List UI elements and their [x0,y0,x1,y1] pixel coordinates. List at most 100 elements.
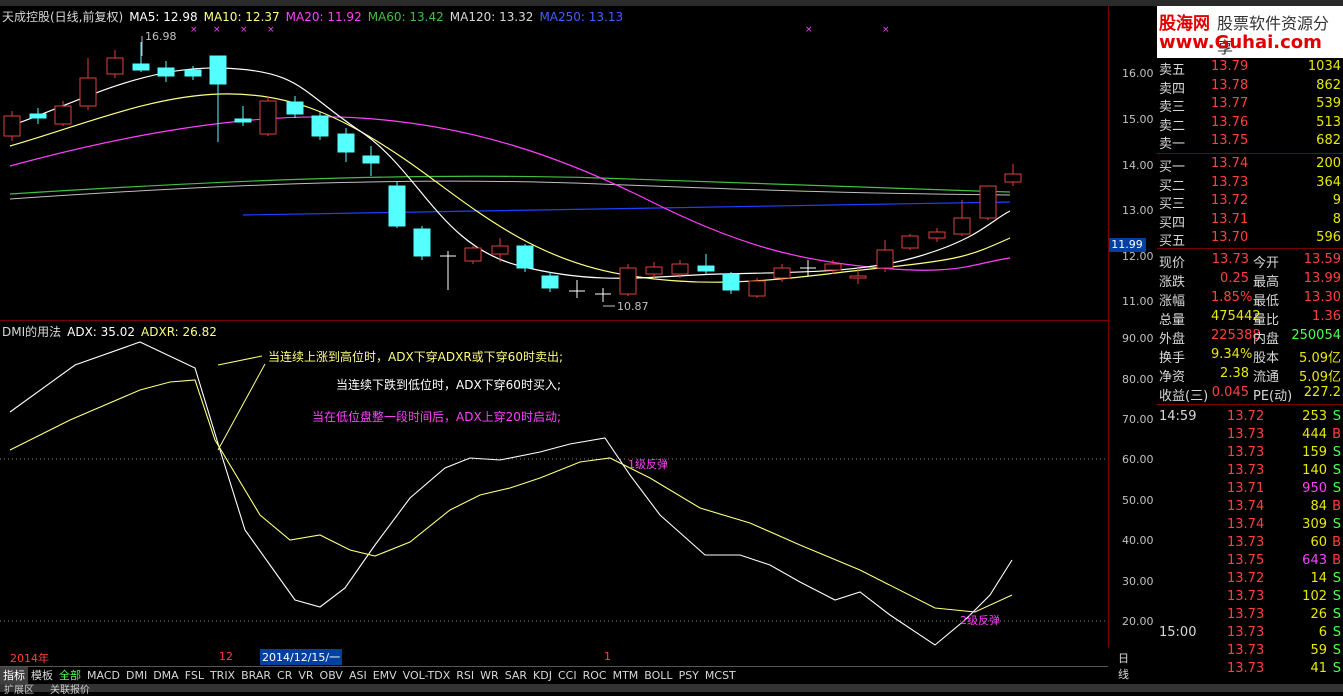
tick-bs: S [1332,661,1341,676]
indicator-tab[interactable]: VOL-TDX [400,667,454,685]
indicator-tab[interactable]: FSL [182,667,207,685]
chart-title: 天成控股(日线,前复权) [2,10,124,24]
tick-pr: 13.73 [1227,463,1265,478]
expand-area-tab[interactable]: 扩展区 [4,681,34,696]
price-axis-tick: 16.00 [1122,67,1154,80]
bid-row: 买五 13.70 596 [1157,230,1343,249]
tick-vol: 950 [1302,481,1327,496]
ask-c2: 13.75 [1211,133,1249,148]
annotation-arrow-2 [217,363,266,451]
candle [569,280,585,298]
candle [311,112,329,140]
stat-cell: 股本 [1253,351,1280,366]
stat-cell: 净资 [1159,370,1186,385]
indicator-tab[interactable]: TRIX [207,667,238,685]
candle [337,128,355,162]
indicator-tab[interactable]: ASI [346,667,370,685]
indicator-tab[interactable]: PSY [676,667,702,685]
price-badge: 11.99 [1108,238,1146,252]
indicator-tab[interactable]: ROC [580,667,610,685]
stat-cell: 流通 [1253,370,1280,385]
date-cursor: 2014/12/15/一 [260,649,343,665]
candle [106,50,124,78]
tick-bs: S [1332,517,1341,532]
date-year: 2014年 [10,652,49,665]
tick-vol: 41 [1310,661,1327,676]
annotation-sell: 当连续上涨到高位时，ADX下穿ADXR或下穿60时卖出; [268,350,563,364]
tick-vol: 643 [1302,553,1327,568]
dmi-title: DMI的用法 [2,325,62,339]
indicator-tab[interactable]: VR [295,667,316,685]
stat-cell: 225388 [1211,328,1261,343]
candle [1004,164,1022,186]
stat-cell: 外盘 [1159,332,1186,347]
indicator-tab[interactable]: BRAR [238,667,274,685]
price-axis-tick: 15.00 [1122,113,1154,126]
tick-pr: 13.73 [1227,589,1265,604]
signal-marks: × × × × × × [190,25,890,35]
stat-row: 涨跌 0.25 最高 13.99 [1157,271,1343,290]
related-quote-tab[interactable]: 关联报价 [50,681,90,696]
candle [979,185,997,220]
ma5-line [9,67,1011,279]
tick-bs: S [1332,409,1341,424]
period-label[interactable]: 日线 [1118,650,1129,682]
tick-bs: B [1332,535,1341,550]
indicator-tab[interactable]: WR [477,667,502,685]
annotation-buy: 当连续下跌到低位时，ADX下穿60时买入; [336,378,561,392]
date-axis: 2014年 12 2014/12/15/一 1 日线 [0,649,1129,681]
tick-vol: 6 [1318,625,1327,640]
tick-bs: S [1332,571,1341,586]
tick-vol: 84 [1310,499,1327,514]
candle [388,181,406,228]
bid-c1: 买四 [1159,215,1186,231]
stat-row: 外盘 225388 内盘 250054 [1157,328,1343,347]
stat-cell: 13.30 [1303,290,1341,305]
indicator-tab[interactable]: CR [274,667,295,685]
stat-cell: 250054 [1291,328,1341,343]
ma5-label: MA5: 12.98 [129,10,198,24]
stat-cell: 今开 [1253,256,1280,271]
candle [259,96,277,136]
tick-bs: B [1332,499,1341,514]
indicator-tab[interactable]: OBV [317,667,346,685]
ask-c1: 卖二 [1159,118,1186,134]
indicator-tab[interactable]: KDJ [530,667,555,685]
tick-vol: 444 [1302,427,1327,442]
stat-cell: 1.85% [1211,290,1253,305]
indicator-tab[interactable]: DMA [150,667,182,685]
indicator-tab[interactable]: BOLL [641,667,675,685]
candle [440,251,456,290]
indicator-tab[interactable]: MTM [610,667,642,685]
candle [3,111,21,141]
ma10-label: MA10: 12.37 [203,10,280,24]
tick-tm: 14:59 [1159,409,1197,424]
candle [748,278,766,298]
ask-row: 卖四 13.78 862 [1157,78,1343,97]
indicator-tab[interactable]: RSI [453,667,477,685]
tick-bs: B [1332,427,1341,442]
candlestick-chart[interactable]: 16.0015.0014.0013.0012.0011.00 16.98 10.… [0,6,1155,320]
indicator-tab[interactable]: CCI [555,667,580,685]
tick-pr: 13.75 [1227,553,1265,568]
tick-vol: 60 [1310,535,1327,550]
svg-text:×: × [240,25,248,35]
tick-pr: 13.72 [1227,571,1265,586]
bid-c2: 13.73 [1211,174,1249,190]
stat-cell: 量比 [1253,313,1280,328]
tick-bs: S [1332,463,1341,478]
bid-c3: 8 [1332,211,1341,227]
indicator-tab[interactable]: EMV [370,667,400,685]
indicator-tab[interactable]: MCST [702,667,739,685]
indicator-tab[interactable]: SAR [502,667,530,685]
indicator-tab[interactable]: DMI [123,667,150,685]
bid-c2: 13.71 [1211,211,1249,227]
tick-bs: S [1332,445,1341,460]
bid-c1: 买三 [1159,197,1186,212]
candle [697,254,715,274]
candle [209,55,227,142]
dmi-indicator-chart[interactable]: 90.00 80.00 70.00 60.00 50.00 40.00 30.00 20.00… [0,320,1155,648]
tick-pr: 13.73 [1227,427,1265,442]
ma250-line [242,201,1011,216]
candle [79,58,97,110]
